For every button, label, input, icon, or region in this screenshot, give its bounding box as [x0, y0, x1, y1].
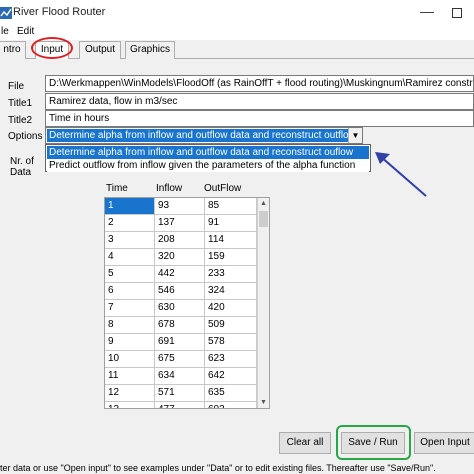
- table-row: 4 320 159: [105, 249, 257, 266]
- cell-outflow[interactable]: 324: [205, 283, 257, 300]
- title2-label: Title2: [8, 115, 33, 126]
- cell-inflow[interactable]: 320: [155, 249, 205, 266]
- status-bar: ter data or use "Open input" to see exam…: [0, 462, 474, 474]
- cell-inflow[interactable]: 571: [155, 385, 205, 402]
- options-item-predict-outflow[interactable]: Predict outflow from inflow given the pa…: [47, 159, 369, 172]
- data-grid[interactable]: 1 93 85 2 137 91 3 208 114 4 320 159 5 442 233 6 546 324 7…: [104, 197, 270, 409]
- file-label: File: [8, 81, 25, 92]
- table-row: 1 93 85: [105, 198, 257, 215]
- options-dropdown-list: Determine alpha from inflow and outflow …: [45, 144, 371, 172]
- cell-inflow[interactable]: 442: [155, 266, 205, 283]
- grid-vertical-scrollbar[interactable]: ▲ ▼: [257, 198, 269, 408]
- cell-inflow[interactable]: 678: [155, 317, 205, 334]
- title1-label: Title1: [8, 98, 33, 109]
- title2-field[interactable]: Time in hours: [45, 110, 474, 127]
- cell-outflow[interactable]: 91: [205, 215, 257, 232]
- table-row: 5 442 233: [105, 266, 257, 283]
- scroll-up-icon[interactable]: ▲: [258, 198, 269, 209]
- table-row: 11 634 642: [105, 368, 257, 385]
- cell-outflow[interactable]: 635: [205, 385, 257, 402]
- cell-inflow[interactable]: 208: [155, 232, 205, 249]
- cell-time[interactable]: 3: [105, 232, 155, 249]
- cell-outflow[interactable]: 603: [205, 402, 257, 408]
- options-label: Options: [8, 131, 43, 142]
- cell-inflow[interactable]: 546: [155, 283, 205, 300]
- cell-time[interactable]: 12: [105, 385, 155, 402]
- cell-inflow[interactable]: 137: [155, 215, 205, 232]
- nr-of-data-label-2: Data: [10, 167, 32, 178]
- menu-file[interactable]: le: [1, 26, 9, 37]
- input-tab-highlight-circle: [31, 37, 73, 59]
- cell-inflow[interactable]: 675: [155, 351, 205, 368]
- table-row: 10 675 623: [105, 351, 257, 368]
- chevron-down-icon[interactable]: ▼: [348, 128, 362, 143]
- table-row: 2 137 91: [105, 215, 257, 232]
- table-row: 7 630 420: [105, 300, 257, 317]
- cell-time[interactable]: 11: [105, 368, 155, 385]
- cell-time[interactable]: 9: [105, 334, 155, 351]
- tab-strip-border: [0, 58, 474, 59]
- options-selected-value: Determine alpha from inflow and outflow …: [47, 129, 349, 142]
- maximize-button[interactable]: [446, 4, 468, 22]
- cell-outflow[interactable]: 85: [205, 198, 257, 215]
- cell-time[interactable]: 6: [105, 283, 155, 300]
- table-row: 6 546 324: [105, 283, 257, 300]
- cell-time[interactable]: 2: [105, 215, 155, 232]
- table-row: 13477603: [105, 402, 257, 408]
- window-title: River Flood Router: [13, 6, 106, 18]
- cell-time[interactable]: 13: [105, 402, 155, 408]
- table-row: 8 678 509: [105, 317, 257, 334]
- options-select[interactable]: Determine alpha from inflow and outflow …: [45, 127, 363, 144]
- cell-inflow[interactable]: 93: [155, 198, 205, 215]
- column-header-outflow: OutFlow: [204, 183, 242, 194]
- column-header-inflow: Inflow: [156, 183, 183, 194]
- clear-all-button[interactable]: Clear all: [279, 432, 331, 454]
- cell-time[interactable]: 1: [105, 198, 155, 215]
- nr-of-data-label: Nr. of: [10, 156, 34, 167]
- table-row: 12 571 635: [105, 385, 257, 402]
- cell-time[interactable]: 8: [105, 317, 155, 334]
- cell-outflow[interactable]: 114: [205, 232, 257, 249]
- cell-outflow[interactable]: 578: [205, 334, 257, 351]
- menu-edit[interactable]: Edit: [17, 26, 34, 37]
- cell-inflow[interactable]: 477: [155, 402, 205, 408]
- annotation-arrow-icon: [375, 152, 427, 197]
- maximize-icon: [452, 8, 462, 18]
- options-item-determine-alpha[interactable]: Determine alpha from inflow and outflow …: [47, 146, 369, 159]
- minimize-button[interactable]: —: [416, 4, 438, 22]
- cell-outflow[interactable]: 509: [205, 317, 257, 334]
- cell-inflow[interactable]: 691: [155, 334, 205, 351]
- cell-outflow[interactable]: 642: [205, 368, 257, 385]
- tab-output[interactable]: Output: [79, 41, 121, 59]
- cell-outflow[interactable]: 233: [205, 266, 257, 283]
- tab-graphics[interactable]: Graphics: [125, 41, 175, 59]
- cell-inflow[interactable]: 630: [155, 300, 205, 317]
- column-header-time: Time: [106, 183, 128, 194]
- app-icon: [0, 7, 12, 19]
- cell-time[interactable]: 5: [105, 266, 155, 283]
- cell-time[interactable]: 10: [105, 351, 155, 368]
- table-row: 9 691 578: [105, 334, 257, 351]
- table-row: 3 208 114: [105, 232, 257, 249]
- cell-outflow[interactable]: 420: [205, 300, 257, 317]
- open-input-button[interactable]: Open Input: [414, 432, 474, 454]
- cell-time[interactable]: 7: [105, 300, 155, 317]
- cell-time[interactable]: 4: [105, 249, 155, 266]
- menu-bar: le Edit: [0, 26, 474, 40]
- tab-intro[interactable]: ntro: [0, 41, 26, 59]
- file-field[interactable]: D:\Werkmappen\WinModels\FloodOff (as Rai…: [45, 75, 474, 92]
- scroll-down-icon[interactable]: ▼: [258, 397, 269, 408]
- scrollbar-thumb[interactable]: [259, 211, 268, 227]
- cell-outflow[interactable]: 159: [205, 249, 257, 266]
- cell-outflow[interactable]: 623: [205, 351, 257, 368]
- title1-field[interactable]: Ramirez data, flow in m3/sec: [45, 93, 474, 110]
- cell-inflow[interactable]: 634: [155, 368, 205, 385]
- save-run-highlight-frame: [336, 425, 411, 460]
